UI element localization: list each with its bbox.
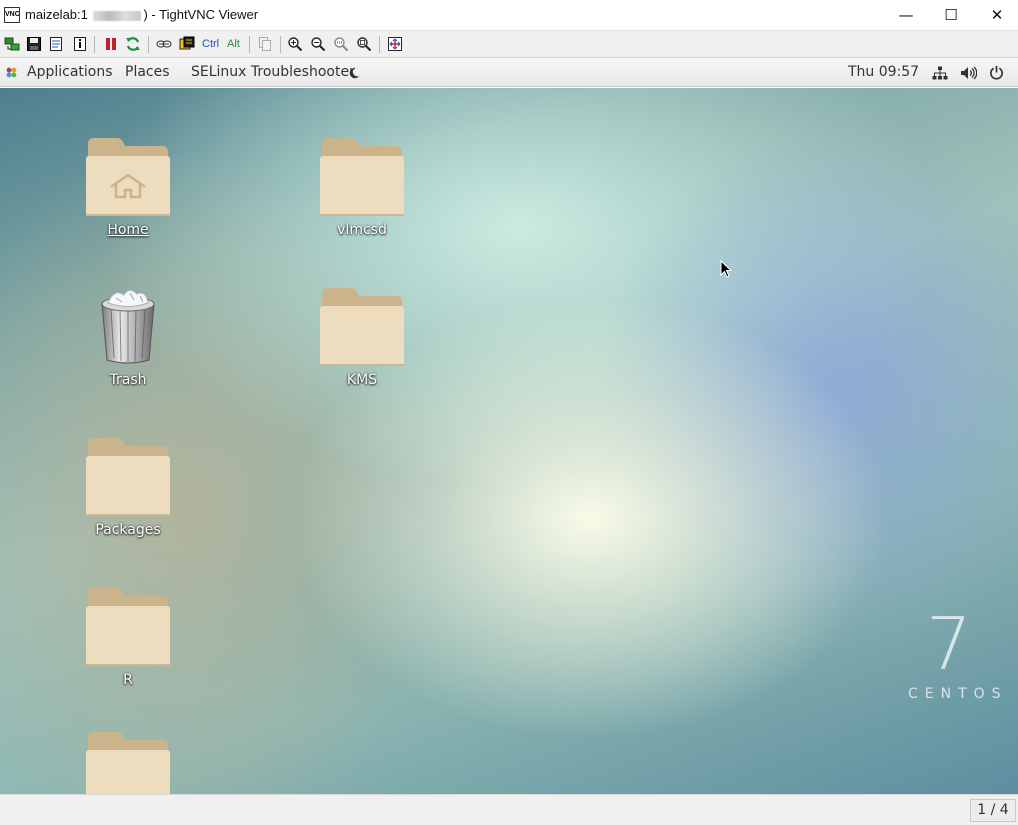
options-icon[interactable]	[48, 36, 64, 52]
ctrl-alt-del-icon[interactable]	[179, 36, 195, 52]
zoom-out-icon[interactable]	[310, 36, 326, 52]
info-icon[interactable]	[72, 36, 88, 52]
minimize-button[interactable]: —	[883, 0, 929, 31]
pause-icon[interactable]	[103, 36, 119, 52]
moon-icon	[349, 67, 360, 79]
folder-icon	[320, 138, 404, 216]
home-folder-icon	[86, 138, 170, 216]
centos-logo-number: 7	[926, 602, 972, 686]
desktop-icon-trash-label: Trash	[109, 372, 147, 388]
desktop-icon-kms[interactable]: KMS	[292, 284, 432, 388]
status-bar: 1 / 4	[0, 794, 1018, 825]
workspace-indicator[interactable]: 1 / 4	[970, 799, 1016, 822]
maximize-button[interactable]: ☐	[928, 0, 974, 31]
fullscreen-icon[interactable]	[387, 36, 403, 52]
clock[interactable]: Thu 09:57	[848, 64, 919, 80]
toolbar-separator	[94, 36, 95, 53]
gnome-top-panel: Applications Places SELinux Troubleshoot…	[0, 58, 1018, 87]
desktop-icon-packages[interactable]: Packages	[58, 434, 198, 538]
centos-logo-text: CENTOS	[908, 686, 1008, 702]
desktop[interactable]: Home vlmcsd Trash KMS Packages R 7 CENTO…	[0, 88, 1018, 794]
power-icon[interactable]	[989, 65, 1004, 80]
trash-icon	[101, 289, 155, 364]
mouse-cursor-icon	[720, 260, 732, 278]
folder-icon	[86, 732, 170, 794]
toolbar-separator	[379, 36, 380, 53]
folder-icon	[86, 588, 170, 666]
zoom-fit-icon[interactable]	[356, 36, 372, 52]
toolbar-separator	[280, 36, 281, 53]
toolbar-separator	[249, 36, 250, 53]
applications-menu[interactable]: Applications	[27, 64, 113, 80]
applications-menu-icon	[6, 67, 17, 78]
window-title: maizelab:1 ) - TightVNC Viewer	[25, 7, 258, 22]
vnc-toolbar: Ctrl Alt	[0, 31, 1018, 58]
selinux-troubleshooter-menu[interactable]: SELinux Troubleshooter	[191, 64, 355, 80]
desktop-icon-r[interactable]: R	[58, 584, 198, 688]
network-icon[interactable]	[932, 66, 948, 80]
refresh-icon[interactable]	[125, 36, 141, 52]
desktop-icon-kms-label: KMS	[346, 372, 378, 388]
window-titlebar[interactable]: VNC maizelab:1 ) - TightVNC Viewer — ☐ ✕	[0, 0, 1018, 31]
zoom-100-icon[interactable]	[333, 36, 349, 52]
save-icon[interactable]	[26, 36, 42, 52]
desktop-icon-home[interactable]: Home	[58, 134, 198, 238]
window-title-suffix: ) - TightVNC Viewer	[143, 7, 259, 22]
close-button[interactable]: ✕	[974, 0, 1018, 31]
toolbar-separator	[148, 36, 149, 53]
folder-icon	[86, 438, 170, 516]
redacted-address	[93, 10, 142, 21]
desktop-icon-vlmcsd-label: vlmcsd	[337, 222, 387, 238]
transfer-icon[interactable]	[156, 36, 172, 52]
desktop-icon-vlmcsd[interactable]: vlmcsd	[292, 134, 432, 238]
folder-icon	[320, 288, 404, 366]
window-title-prefix: maizelab:1	[25, 7, 92, 22]
desktop-icon-trash[interactable]: Trash	[58, 286, 198, 388]
desktop-icon-packages-label: Packages	[95, 522, 161, 538]
desktop-icon-folder[interactable]	[58, 728, 198, 794]
clipboard-icon[interactable]	[257, 36, 273, 52]
alt-key-button[interactable]: Alt	[227, 36, 240, 52]
new-connection-icon[interactable]	[4, 36, 20, 52]
desktop-icon-home-label: Home	[107, 222, 149, 238]
zoom-in-icon[interactable]	[287, 36, 303, 52]
places-menu[interactable]: Places	[125, 64, 170, 80]
volume-icon[interactable]	[960, 66, 977, 80]
ctrl-key-button[interactable]: Ctrl	[202, 36, 219, 52]
desktop-icon-r-label: R	[123, 672, 133, 688]
tightvnc-app-icon[interactable]: VNC	[4, 7, 20, 23]
